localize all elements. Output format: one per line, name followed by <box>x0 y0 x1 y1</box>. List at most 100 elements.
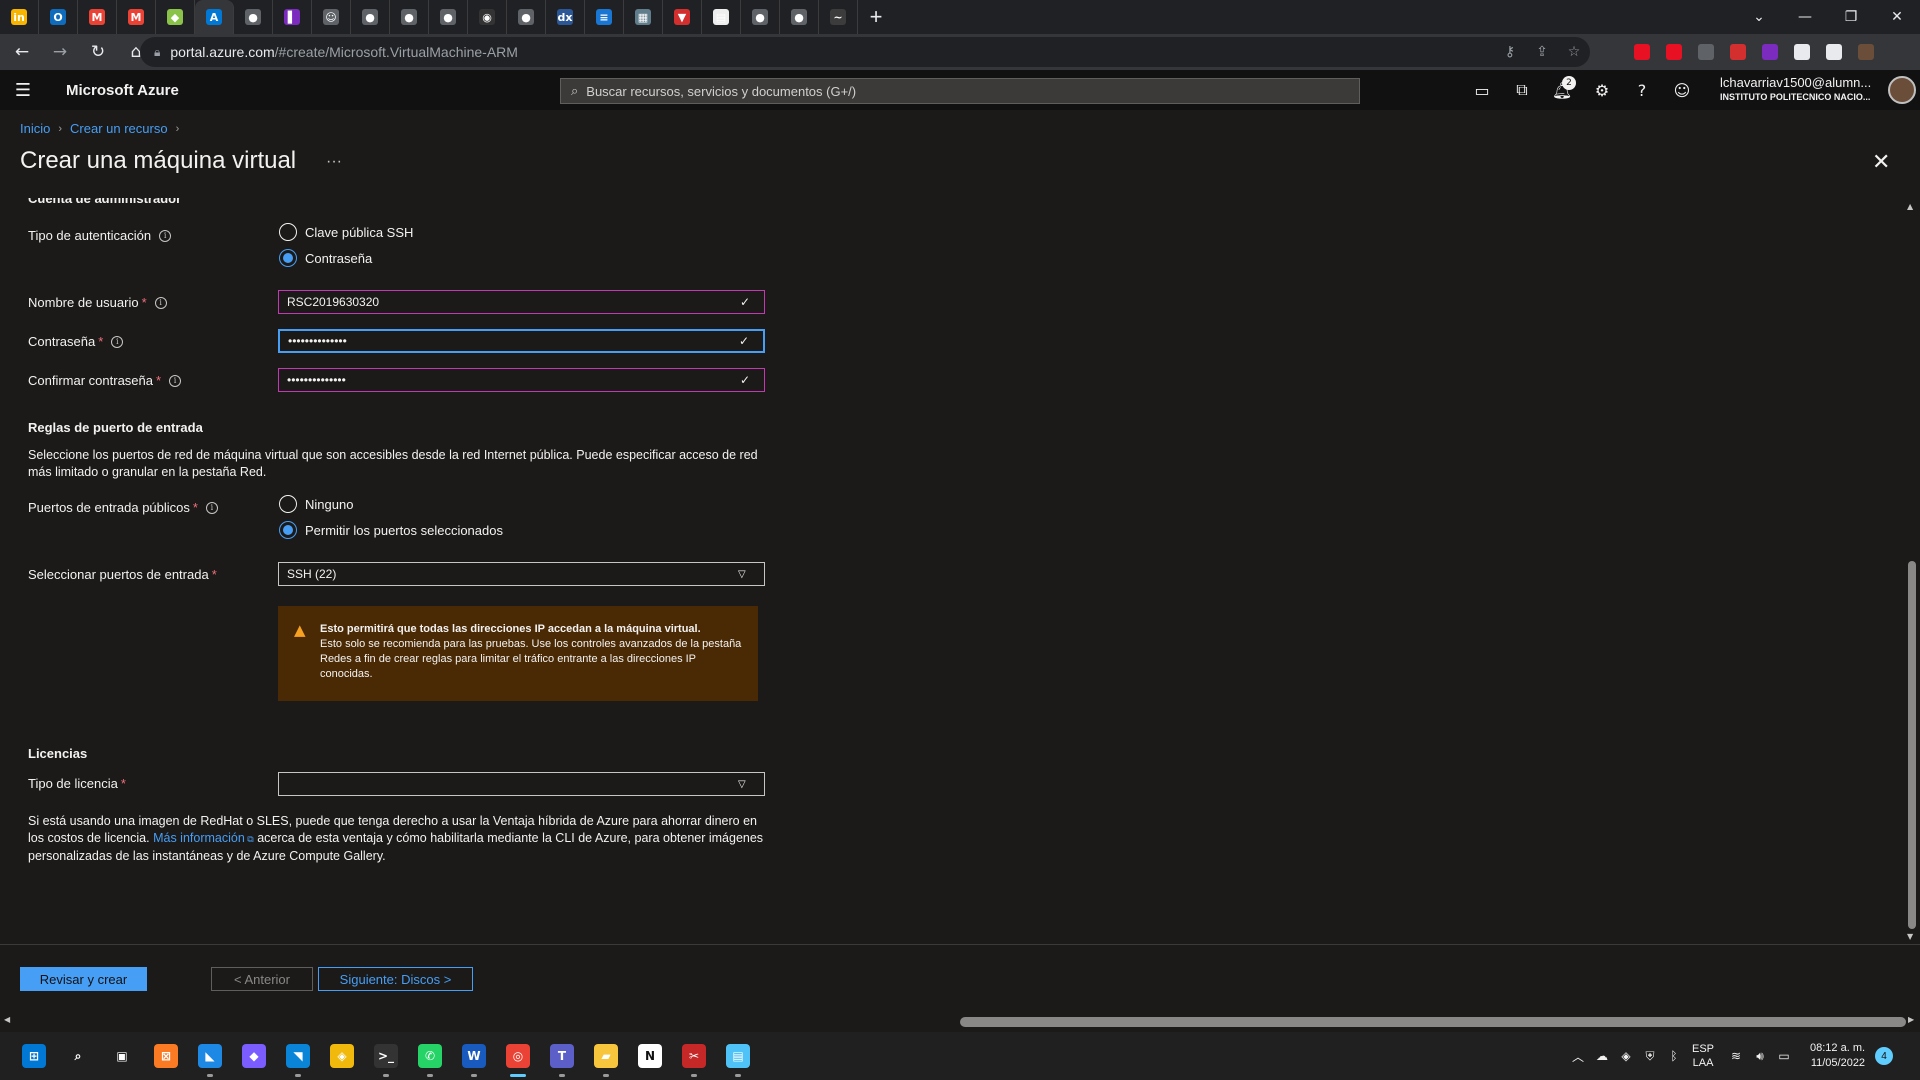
horizontal-scrollbar-thumb[interactable] <box>960 1017 1906 1027</box>
browser-tab[interactable]: ● <box>429 0 468 34</box>
browser-tab[interactable]: M <box>117 0 156 34</box>
browser-tab[interactable]: dx <box>546 0 585 34</box>
taskbar-app[interactable]: ▣ <box>100 1034 144 1078</box>
extension-7-icon[interactable] <box>1850 44 1882 60</box>
info-icon[interactable]: i <box>154 296 167 309</box>
clock[interactable]: 08:12 a. m. 11/05/2022 <box>1810 1041 1865 1071</box>
taskbar-app[interactable]: ▰ <box>584 1034 628 1078</box>
taskbar-app[interactable]: ⊠ <box>144 1034 188 1078</box>
taskbar-app[interactable]: ✆ <box>408 1034 452 1078</box>
account-menu[interactable]: lchavarriav1500@alumn... INSTITUTO POLIT… <box>1720 75 1871 102</box>
key-icon[interactable]: ⚷ <box>1494 44 1526 60</box>
taskbar-app[interactable]: >_ <box>364 1034 408 1078</box>
reload-icon[interactable]: ↻ <box>82 36 114 68</box>
extension-5-icon[interactable] <box>1786 44 1818 60</box>
vertical-scrollbar[interactable]: ▲ ▼ <box>1904 198 1920 944</box>
portal-menu-icon[interactable]: ☰ <box>0 80 46 101</box>
taskbar-app[interactable]: W <box>452 1034 496 1078</box>
taskbar-app[interactable]: ✂ <box>672 1034 716 1078</box>
extension-1-icon[interactable] <box>1658 44 1690 60</box>
taskbar-app[interactable]: ◈ <box>320 1034 364 1078</box>
avatar[interactable] <box>1888 76 1916 104</box>
browser-tab[interactable]: M <box>78 0 117 34</box>
browser-tab[interactable]: ▦ <box>624 0 663 34</box>
taskbar-app[interactable]: ◎ <box>496 1034 540 1078</box>
radio-ssh-key[interactable]: Clave pública SSH <box>279 223 413 241</box>
taskbar-app[interactable]: ◣ <box>188 1034 232 1078</box>
breadcrumb-create-resource[interactable]: Crear un recurso <box>70 121 168 136</box>
radio-ports-none[interactable]: Ninguno <box>279 495 353 513</box>
browser-tab[interactable]: ~ <box>819 0 858 34</box>
password-field[interactable]: •••••••••••••• ✓ <box>278 329 765 353</box>
license-type-dropdown[interactable]: ▽ <box>278 772 765 796</box>
settings-gear-icon[interactable]: ⚙ <box>1582 70 1622 110</box>
breadcrumb-home[interactable]: Inicio <box>20 121 50 136</box>
onedrive-icon[interactable]: ☁ <box>1590 1049 1614 1063</box>
radio-ports-allow[interactable]: Permitir los puertos seleccionados <box>279 521 503 539</box>
address-bar[interactable]: 🔒︎ portal.azure.com/#create/Microsoft.Vi… <box>140 37 1590 67</box>
taskbar-app[interactable]: T <box>540 1034 584 1078</box>
chevron-up-icon[interactable]: ︿ <box>1566 1048 1590 1065</box>
new-tab-button[interactable]: + <box>858 0 894 34</box>
info-icon[interactable]: i <box>111 335 124 348</box>
minimize-button[interactable]: — <box>1782 0 1828 34</box>
browser-tab[interactable]: ◉ <box>468 0 507 34</box>
back-icon[interactable]: ← <box>6 36 38 68</box>
extension-0-icon[interactable] <box>1626 44 1658 60</box>
browser-tab[interactable]: ● <box>390 0 429 34</box>
taskbar-app[interactable]: ⊞ <box>12 1034 56 1078</box>
wifi-icon[interactable]: ≋ <box>1724 1049 1748 1063</box>
inbound-ports-dropdown[interactable]: SSH (22) ▽ <box>278 562 765 586</box>
browser-tab[interactable]: ☺ <box>312 0 351 34</box>
learn-more-link[interactable]: Más información <box>153 831 245 845</box>
previous-button[interactable]: < Anterior <box>211 967 313 991</box>
browser-tab[interactable]: ▼ <box>663 0 702 34</box>
help-icon[interactable]: ? <box>1622 70 1662 110</box>
browser-tab[interactable]: ▌ <box>273 0 312 34</box>
defender-icon[interactable]: ⛨ <box>1638 1049 1662 1064</box>
taskbar-app[interactable]: ◆ <box>232 1034 276 1078</box>
info-icon[interactable]: i <box>205 501 218 514</box>
taskbar-app[interactable]: ◥ <box>276 1034 320 1078</box>
extension-2-icon[interactable] <box>1690 44 1722 60</box>
radio-password[interactable]: Contraseña <box>279 249 372 267</box>
taskbar-app[interactable]: N <box>628 1034 672 1078</box>
share-icon[interactable]: ⇪ <box>1526 44 1558 60</box>
username-field[interactable]: RSC2019630320 ✓ <box>278 290 765 314</box>
restore-button[interactable]: ❐ <box>1828 0 1874 34</box>
browser-tab[interactable]: ◆ <box>156 0 195 34</box>
browser-tab[interactable]: ● <box>507 0 546 34</box>
browser-tab[interactable]: O <box>39 0 78 34</box>
close-icon[interactable]: ✕ <box>1872 150 1890 175</box>
scroll-right-icon[interactable]: ▶ <box>1908 1015 1914 1024</box>
battery-icon[interactable]: ▭ <box>1772 1049 1796 1063</box>
global-search-input[interactable]: ⌕ Buscar recursos, servicios y documento… <box>560 78 1360 104</box>
input-language[interactable]: ESP LAA <box>1692 1042 1714 1070</box>
cloud-shell-icon[interactable]: ▭ <box>1462 70 1502 110</box>
browser-tab[interactable]: ● <box>741 0 780 34</box>
close-window-button[interactable]: ✕ <box>1874 0 1920 34</box>
bluetooth-icon[interactable]: ᛒ <box>1662 1049 1686 1063</box>
scroll-up-icon[interactable]: ▲ <box>1907 202 1913 211</box>
azure-brand[interactable]: Microsoft Azure <box>66 82 179 99</box>
browser-tab[interactable]: ● <box>780 0 819 34</box>
notifications-icon[interactable]: 🔔︎ 2 <box>1542 70 1582 110</box>
scroll-down-icon[interactable]: ▼ <box>1907 932 1913 941</box>
more-options-icon[interactable]: ··· <box>326 153 342 171</box>
forward-icon[interactable]: → <box>44 36 76 68</box>
browser-tab[interactable]: ● <box>351 0 390 34</box>
extension-4-icon[interactable] <box>1754 44 1786 60</box>
browser-tab[interactable]: ● <box>234 0 273 34</box>
browser-tab[interactable]: A <box>195 0 234 34</box>
extension-6-icon[interactable] <box>1818 44 1850 60</box>
tab-search-icon[interactable]: ⌄ <box>1736 0 1782 34</box>
taskbar-app[interactable]: ⌕ <box>56 1034 100 1078</box>
taskbar-app[interactable]: ▤ <box>716 1034 760 1078</box>
browser-tab[interactable]: ≡ <box>585 0 624 34</box>
mcafee-icon[interactable]: ◈ <box>1614 1049 1638 1063</box>
feedback-icon[interactable]: ☺ <box>1662 70 1702 110</box>
scroll-left-icon[interactable]: ◀ <box>4 1015 10 1024</box>
info-icon[interactable]: i <box>159 229 172 242</box>
bookmark-star-icon[interactable]: ☆ <box>1558 44 1590 60</box>
next-disks-button[interactable]: Siguiente: Discos > <box>318 967 473 991</box>
